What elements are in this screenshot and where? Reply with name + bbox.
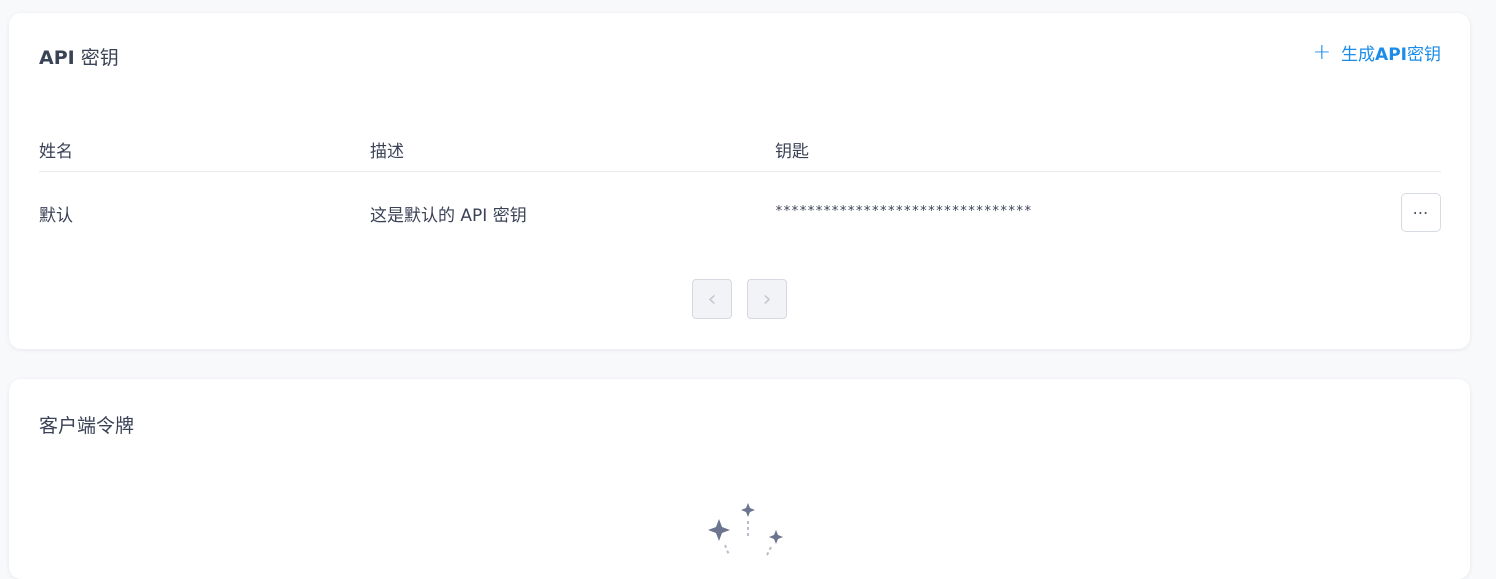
generate-api-key-label: 生成API密钥 xyxy=(1341,40,1441,65)
generate-label-post: 密钥 xyxy=(1407,45,1441,65)
table-row: 默认 这是默认的 API 密钥 ************************… xyxy=(39,172,1441,254)
chevron-left-icon: ‹ xyxy=(707,286,717,312)
column-header-description: 描述 xyxy=(370,142,404,162)
generate-label-bold: API xyxy=(1375,45,1407,65)
column-header-key: 钥匙 xyxy=(775,142,809,162)
more-horizontal-icon: ⋯ xyxy=(1412,203,1430,222)
generate-label-pre: 生成 xyxy=(1341,45,1376,65)
pagination: ‹ › xyxy=(692,279,787,319)
api-keys-title: API 密钥 xyxy=(39,43,119,70)
api-keys-table: 姓名 描述 钥匙 默认 这是默认的 API 密钥 ***************… xyxy=(39,131,1441,254)
api-keys-title-rest: 密钥 xyxy=(74,47,119,69)
table-header: 姓名 描述 钥匙 xyxy=(39,131,1441,172)
next-page-button[interactable]: › xyxy=(747,279,787,319)
client-tokens-card: 客户端令牌 xyxy=(9,379,1470,579)
row-key: ******************************** xyxy=(775,203,1441,223)
generate-api-key-button[interactable]: + 生成API密钥 xyxy=(1313,40,1441,65)
more-actions-button[interactable]: ⋯ xyxy=(1401,193,1441,232)
chevron-right-icon: › xyxy=(762,286,772,312)
row-key-value: ******************************** xyxy=(775,204,1032,219)
column-header-name: 姓名 xyxy=(39,142,73,162)
row-name: 默认 xyxy=(39,205,73,226)
prev-page-button[interactable]: ‹ xyxy=(692,279,732,319)
api-keys-card: API 密钥 + 生成API密钥 姓名 描述 钥匙 默认 这是默认的 API 密… xyxy=(9,13,1470,349)
client-tokens-title: 客户端令牌 xyxy=(39,415,135,437)
api-keys-title-strong: API xyxy=(39,47,75,69)
row-description: 这是默认的 API 密钥 xyxy=(370,205,527,226)
plus-icon: + xyxy=(1312,39,1332,65)
sparkles-illustration xyxy=(708,503,783,556)
